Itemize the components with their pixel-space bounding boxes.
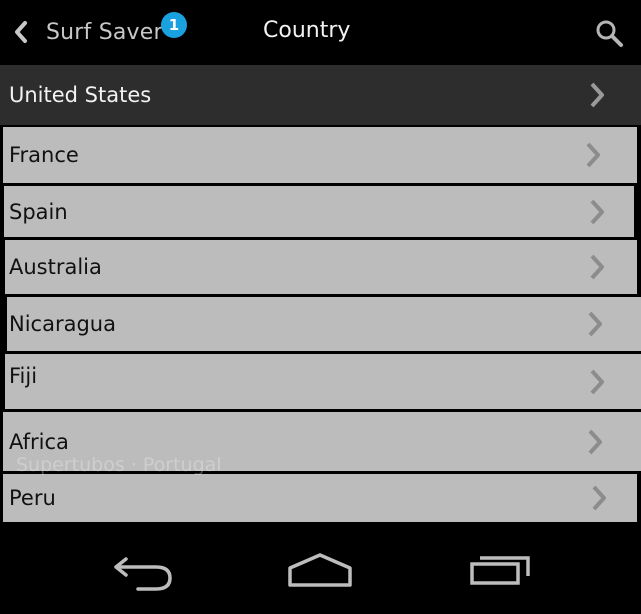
country-label: Spain <box>9 199 68 224</box>
back-icon <box>104 557 184 599</box>
country-label: Peru <box>9 486 56 510</box>
chevron-right-icon <box>587 310 603 338</box>
country-label: Nicaragua <box>9 312 116 336</box>
list-item-country[interactable]: Nicaragua <box>7 297 641 351</box>
page-title: Country <box>263 18 351 43</box>
chevron-right-icon <box>591 484 607 512</box>
system-nav-bar <box>0 527 641 614</box>
nav-recent-apps-button[interactable] <box>462 547 542 595</box>
recent-apps-icon <box>462 556 542 599</box>
list-item-country[interactable]: Spain <box>4 186 634 237</box>
chevron-right-icon <box>585 141 601 169</box>
search-button[interactable] <box>594 18 624 48</box>
nav-home-button[interactable] <box>282 547 362 595</box>
search-icon <box>594 20 624 52</box>
chevron-left-icon <box>14 18 34 46</box>
list-item-country[interactable]: Australia <box>5 240 637 294</box>
list-item-country[interactable]: Peru <box>3 474 637 522</box>
nav-back-button[interactable] <box>104 547 184 595</box>
chevron-right-icon <box>587 428 603 456</box>
country-label: France <box>9 143 79 167</box>
country-label: Australia <box>9 255 102 279</box>
app-name: Surf Saver <box>46 19 163 45</box>
home-icon <box>282 553 362 599</box>
chevron-right-icon <box>589 81 605 109</box>
up-navigation-button[interactable]: Surf Saver <box>14 14 163 50</box>
notification-badge: 1 <box>161 12 187 38</box>
list-item-country[interactable]: Africa <box>3 412 641 471</box>
list-item-country[interactable]: Fiji <box>5 354 641 409</box>
country-label: Fiji <box>9 364 38 388</box>
chevron-right-icon <box>589 198 605 226</box>
list-item-country[interactable]: United States <box>0 65 641 125</box>
country-list: United States France Spain Australia Nic… <box>0 65 641 527</box>
country-label: United States <box>9 83 152 107</box>
country-label: Africa <box>9 429 69 454</box>
chevron-right-icon <box>589 253 605 281</box>
app-bar: Surf Saver 1 Country <box>0 0 641 65</box>
chevron-right-icon <box>589 368 605 396</box>
list-item-country[interactable]: France <box>3 127 637 183</box>
